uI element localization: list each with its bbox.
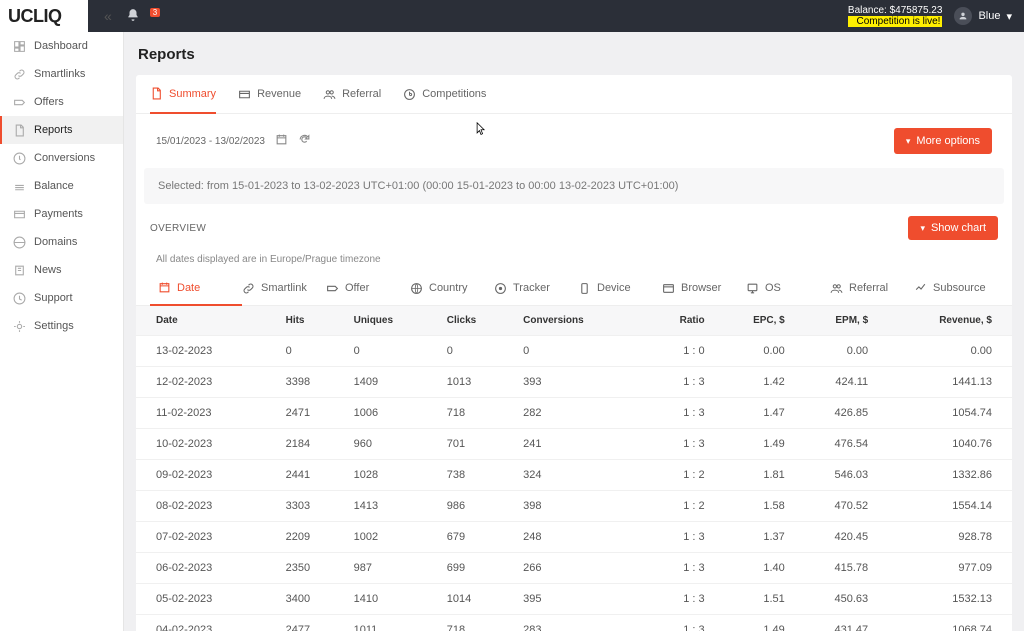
- sidebar: Dashboard Smartlinks Offers Reports Conversi…: [0, 32, 124, 631]
- sidebar-icon: [12, 291, 26, 305]
- sidebar-icon: [12, 319, 26, 333]
- sidebar-item-payments[interactable]: Payments: [0, 200, 123, 228]
- refresh-icon[interactable]: [298, 133, 311, 149]
- sidebar-item-label: Support: [34, 292, 73, 304]
- balance-label: Balance: $475875.23: [848, 5, 943, 16]
- col-hits[interactable]: Hits: [278, 306, 346, 336]
- sidebar-item-reports[interactable]: Reports: [0, 116, 123, 144]
- col-epc[interactable]: EPC, $: [713, 306, 793, 336]
- table-row[interactable]: 05-02-20233400141010143951 : 31.51450.63…: [136, 584, 1012, 615]
- mail-badge: 3: [150, 8, 160, 17]
- sidebar-icon: [12, 235, 26, 249]
- sidebar-icon: [12, 39, 26, 53]
- dim-tab-subsource[interactable]: Subsource: [914, 271, 998, 305]
- user-name: Blue: [978, 10, 1000, 22]
- sidebar-collapse-icon[interactable]: «: [94, 8, 122, 24]
- table-row[interactable]: 04-02-2023247710117182831 : 31.49431.471…: [136, 615, 1012, 631]
- user-menu[interactable]: Blue ▾: [954, 7, 1012, 25]
- sidebar-item-label: Smartlinks: [34, 68, 85, 80]
- brand-logo: UCLIQ: [0, 0, 88, 32]
- main-content: Reports Summary Revenue Referral Competi…: [124, 32, 1024, 631]
- tab-summary[interactable]: Summary: [150, 75, 216, 114]
- sidebar-item-label: Settings: [34, 320, 74, 332]
- sidebar-item-domains[interactable]: Domains: [0, 228, 123, 256]
- table-row[interactable]: 07-02-2023220910026792481 : 31.37420.459…: [136, 522, 1012, 553]
- col-ratio[interactable]: Ratio: [644, 306, 713, 336]
- dim-tab-referral[interactable]: Referral: [830, 271, 914, 305]
- dim-tab-smartlink[interactable]: Smartlink: [242, 271, 326, 305]
- sidebar-item-settings[interactable]: Settings: [0, 312, 123, 340]
- sidebar-item-news[interactable]: News: [0, 256, 123, 284]
- sidebar-item-label: Conversions: [34, 152, 95, 164]
- table-row[interactable]: 12-02-20233398140910133931 : 31.42424.11…: [136, 367, 1012, 398]
- more-options-button[interactable]: More options: [894, 128, 992, 154]
- sidebar-icon: [12, 207, 26, 221]
- dim-tab-country[interactable]: Country: [410, 271, 494, 305]
- date-range[interactable]: 15/01/2023 - 13/02/2023: [156, 136, 265, 147]
- report-tabs: Summary Revenue Referral Competitions: [136, 75, 1012, 114]
- sidebar-item-label: Reports: [34, 124, 73, 136]
- table-row[interactable]: 08-02-2023330314139863981 : 21.58470.521…: [136, 491, 1012, 522]
- sidebar-item-label: Offers: [34, 96, 64, 108]
- dim-tab-device[interactable]: Device: [578, 271, 662, 305]
- sidebar-item-balance[interactable]: Balance: [0, 172, 123, 200]
- bell-icon[interactable]: [126, 8, 140, 25]
- report-table: Date Hits Uniques Clicks Conversions Rat…: [136, 306, 1012, 631]
- sidebar-icon: [12, 67, 26, 81]
- col-conversions[interactable]: Conversions: [515, 306, 644, 336]
- sidebar-item-label: News: [34, 264, 62, 276]
- sidebar-icon: [12, 95, 26, 109]
- dim-tab-date[interactable]: Date: [150, 271, 242, 306]
- dim-tab-os[interactable]: OS: [746, 271, 830, 305]
- chevron-down-icon: ▾: [1006, 10, 1012, 23]
- tab-referral[interactable]: Referral: [323, 75, 381, 113]
- competition-banner[interactable]: Competition is live!: [848, 16, 943, 27]
- sidebar-item-offers[interactable]: Offers: [0, 88, 123, 116]
- topbar: UCLIQ « 3 Balance: $475875.23 Competitio…: [0, 0, 1024, 32]
- sidebar-item-label: Payments: [34, 208, 83, 220]
- sidebar-item-label: Domains: [34, 236, 77, 248]
- overview-label: OVERVIEW: [150, 223, 206, 234]
- dim-tab-offer[interactable]: Offer: [326, 271, 410, 305]
- dim-tab-tracker[interactable]: Tracker: [494, 271, 578, 305]
- tab-competitions[interactable]: Competitions: [403, 75, 486, 113]
- dimension-tabs: Date Smartlink Offer Country Tracker Dev…: [136, 271, 1012, 306]
- table-row[interactable]: 09-02-2023244110287383241 : 21.81546.031…: [136, 460, 1012, 491]
- calendar-icon[interactable]: [275, 133, 288, 149]
- sidebar-item-conversions[interactable]: Conversions: [0, 144, 123, 172]
- table-row[interactable]: 11-02-2023247110067182821 : 31.47426.851…: [136, 398, 1012, 429]
- table-row[interactable]: 13-02-202300001 : 00.000.000.00: [136, 336, 1012, 367]
- user-avatar-icon: [954, 7, 972, 25]
- sidebar-item-smartlinks[interactable]: Smartlinks: [0, 60, 123, 88]
- selected-range-text: Selected: from 15-01-2023 to 13-02-2023 …: [144, 168, 1004, 204]
- sidebar-item-dashboard[interactable]: Dashboard: [0, 32, 123, 60]
- col-uniques[interactable]: Uniques: [346, 306, 439, 336]
- table-row[interactable]: 06-02-202323509876992661 : 31.40415.7897…: [136, 553, 1012, 584]
- col-clicks[interactable]: Clicks: [439, 306, 515, 336]
- table-row[interactable]: 10-02-202321849607012411 : 31.49476.5410…: [136, 429, 1012, 460]
- show-chart-button[interactable]: Show chart: [908, 216, 998, 240]
- col-epm[interactable]: EPM, $: [793, 306, 876, 336]
- sidebar-item-label: Dashboard: [34, 40, 88, 52]
- col-revenue[interactable]: Revenue, $: [876, 306, 1012, 336]
- mail-icon[interactable]: 3: [154, 12, 160, 21]
- sidebar-icon: [12, 179, 26, 193]
- sidebar-icon: [12, 151, 26, 165]
- col-date[interactable]: Date: [136, 306, 278, 336]
- tab-revenue[interactable]: Revenue: [238, 75, 301, 113]
- sidebar-icon: [12, 263, 26, 277]
- sidebar-icon: [12, 123, 26, 137]
- page-title: Reports: [138, 46, 1012, 63]
- dim-tab-browser[interactable]: Browser: [662, 271, 746, 305]
- sidebar-item-label: Balance: [34, 180, 74, 192]
- sidebar-item-support[interactable]: Support: [0, 284, 123, 312]
- timezone-note: All dates displayed are in Europe/Prague…: [136, 244, 1012, 271]
